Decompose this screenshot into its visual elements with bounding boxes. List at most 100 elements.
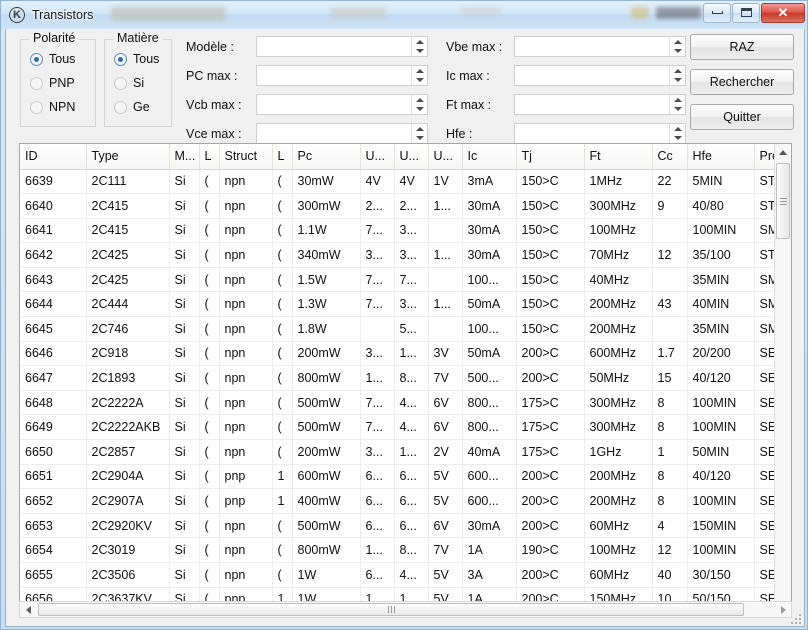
cell-struct: npn (219, 440, 272, 465)
spin-buttons[interactable] (411, 37, 427, 56)
spin-buttons[interactable] (411, 66, 427, 85)
table-row[interactable]: 66432C425Si(npn(1.5W7...7...100...150>C4… (20, 267, 792, 292)
cell-type: 2C2920KV (86, 513, 169, 538)
modele-spinbox[interactable] (256, 36, 428, 57)
horizontal-scroll-thumb[interactable] (38, 603, 744, 616)
spin-down-button[interactable] (670, 76, 685, 86)
column-header-u3[interactable]: U... (428, 144, 462, 169)
column-header-l1[interactable]: L (199, 144, 219, 169)
radio-material-tous[interactable]: Tous (105, 47, 171, 71)
radio-polarity-npn[interactable]: NPN (21, 95, 95, 119)
table-row[interactable]: 66422C425Si(npn(340mW3...3...1...30mA150… (20, 243, 792, 268)
icmax-input[interactable] (515, 66, 669, 85)
radio-material-si[interactable]: Si (105, 71, 171, 95)
modele-input[interactable] (257, 37, 411, 56)
spin-down-button[interactable] (412, 47, 427, 57)
column-header-id[interactable]: ID (20, 144, 86, 169)
vbemax-spinbox[interactable] (514, 36, 686, 57)
column-header-u1[interactable]: U... (360, 144, 394, 169)
spin-buttons[interactable] (669, 66, 685, 85)
spin-down-button[interactable] (412, 76, 427, 86)
cell-cc: 4 (652, 513, 687, 538)
vcbmax-spinbox[interactable] (256, 94, 428, 115)
vcbmax-input[interactable] (257, 95, 411, 114)
spin-up-button[interactable] (670, 37, 685, 47)
close-button[interactable]: ✕ (761, 3, 805, 23)
table-row[interactable]: 66492C2222AKBSi(npn(500mW7...4...6V800..… (20, 415, 792, 440)
spin-up-button[interactable] (670, 124, 685, 134)
arrow-down-icon (416, 49, 424, 53)
table-row[interactable]: 66392C111Si(npn(30mW4V4V1V3mA150>C1MHz22… (20, 169, 792, 194)
table-row[interactable]: 66462C918Si(npn(200mW3...1...3V50mA200>C… (20, 341, 792, 366)
column-header-m[interactable]: M... (169, 144, 199, 169)
quit-button[interactable]: Quitter (690, 104, 794, 130)
table-row[interactable]: 66452C746Si(npn(1.8W5...100...150>C200MH… (20, 317, 792, 342)
hfe-input[interactable] (515, 124, 669, 143)
scroll-up-button[interactable] (775, 144, 791, 161)
ftmax-spinbox[interactable] (514, 94, 686, 115)
vcemax-spinbox[interactable] (256, 123, 428, 144)
table-row[interactable]: 66552C3506Si(npn(1W6...4...5V3A200>C60MH… (20, 563, 792, 588)
cell-ic: 30mA (462, 513, 516, 538)
radio-material-ge[interactable]: Ge (105, 95, 171, 119)
column-header-ft[interactable]: Ft (584, 144, 652, 169)
spin-up-button[interactable] (412, 66, 427, 76)
vcemax-input[interactable] (257, 124, 411, 143)
spin-down-button[interactable] (412, 105, 427, 115)
transistor-table[interactable]: IDTypeM...LStructLPcU...U...U...IcTjFtCc… (19, 143, 792, 613)
cell-l2: ( (272, 169, 292, 194)
spin-buttons[interactable] (411, 124, 427, 143)
scroll-left-button[interactable] (20, 602, 36, 617)
column-header-struct[interactable]: Struct (219, 144, 272, 169)
spin-buttons[interactable] (411, 95, 427, 114)
radio-polarity-pnp[interactable]: PNP (21, 71, 95, 95)
table-row[interactable]: 66502C2857Si(npn(200mW3...1...2V40mA175>… (20, 440, 792, 465)
table-row[interactable]: 66442C444Si(npn(1.3W7...3...1...50mA150>… (20, 292, 792, 317)
maximize-button[interactable] (732, 3, 760, 23)
reset-button[interactable]: RAZ (690, 34, 794, 60)
column-header-hfe[interactable]: Hfe (687, 144, 754, 169)
table-row[interactable]: 66482C2222ASi(npn(500mW7...4...6V800...1… (20, 390, 792, 415)
spin-down-button[interactable] (670, 134, 685, 144)
column-header-type[interactable]: Type (86, 144, 169, 169)
table-row[interactable]: 66532C2920KVSi(npn(500mW6...6...6V30mA20… (20, 513, 792, 538)
spin-down-button[interactable] (412, 134, 427, 144)
column-header-ic[interactable]: Ic (462, 144, 516, 169)
spin-up-button[interactable] (670, 66, 685, 76)
column-header-l2[interactable]: L (272, 144, 292, 169)
spin-up-button[interactable] (412, 124, 427, 134)
table-row[interactable]: 66542C3019Si(npn(800mW1...8...7V1A190>C1… (20, 538, 792, 563)
column-header-cc[interactable]: Cc (652, 144, 687, 169)
table-row[interactable]: 66472C1893Si(npn(800mW1...8...7V500...20… (20, 366, 792, 391)
column-header-u2[interactable]: U... (394, 144, 428, 169)
cell-l2: ( (272, 563, 292, 588)
spin-up-button[interactable] (412, 37, 427, 47)
spin-buttons[interactable] (669, 124, 685, 143)
column-header-pc[interactable]: Pc (292, 144, 360, 169)
minimize-button[interactable] (703, 3, 731, 23)
spin-buttons[interactable] (669, 95, 685, 114)
vertical-scrollbar[interactable] (774, 144, 791, 612)
spin-up-button[interactable] (670, 95, 685, 105)
spin-up-button[interactable] (412, 95, 427, 105)
resize-grip[interactable] (789, 612, 801, 624)
spin-buttons[interactable] (669, 37, 685, 56)
ftmax-input[interactable] (515, 95, 669, 114)
hfe-spinbox[interactable] (514, 123, 686, 144)
table-row[interactable]: 66512C2904ASi(pnp1600mW6...6...5V600...2… (20, 464, 792, 489)
icmax-spinbox[interactable] (514, 65, 686, 86)
radio-polarity-tous[interactable]: Tous (21, 47, 95, 71)
vertical-scroll-thumb[interactable] (776, 163, 790, 239)
search-button[interactable]: Rechercher (690, 69, 794, 95)
spin-down-button[interactable] (670, 105, 685, 115)
cell-id: 6646 (20, 341, 86, 366)
pcmax-input[interactable] (257, 66, 411, 85)
column-header-tj[interactable]: Tj (516, 144, 584, 169)
vbemax-input[interactable] (515, 37, 669, 56)
table-row[interactable]: 66412C415Si(npn(1.1W7...3...30mA150>C100… (20, 218, 792, 243)
pcmax-spinbox[interactable] (256, 65, 428, 86)
table-row[interactable]: 66402C415Si(npn(300mW2...2...1...30mA150… (20, 194, 792, 219)
spin-down-button[interactable] (670, 47, 685, 57)
table-row[interactable]: 66522C2907ASi(pnp1400mW6...6...5V600...2… (20, 489, 792, 514)
horizontal-scrollbar[interactable] (19, 601, 792, 618)
